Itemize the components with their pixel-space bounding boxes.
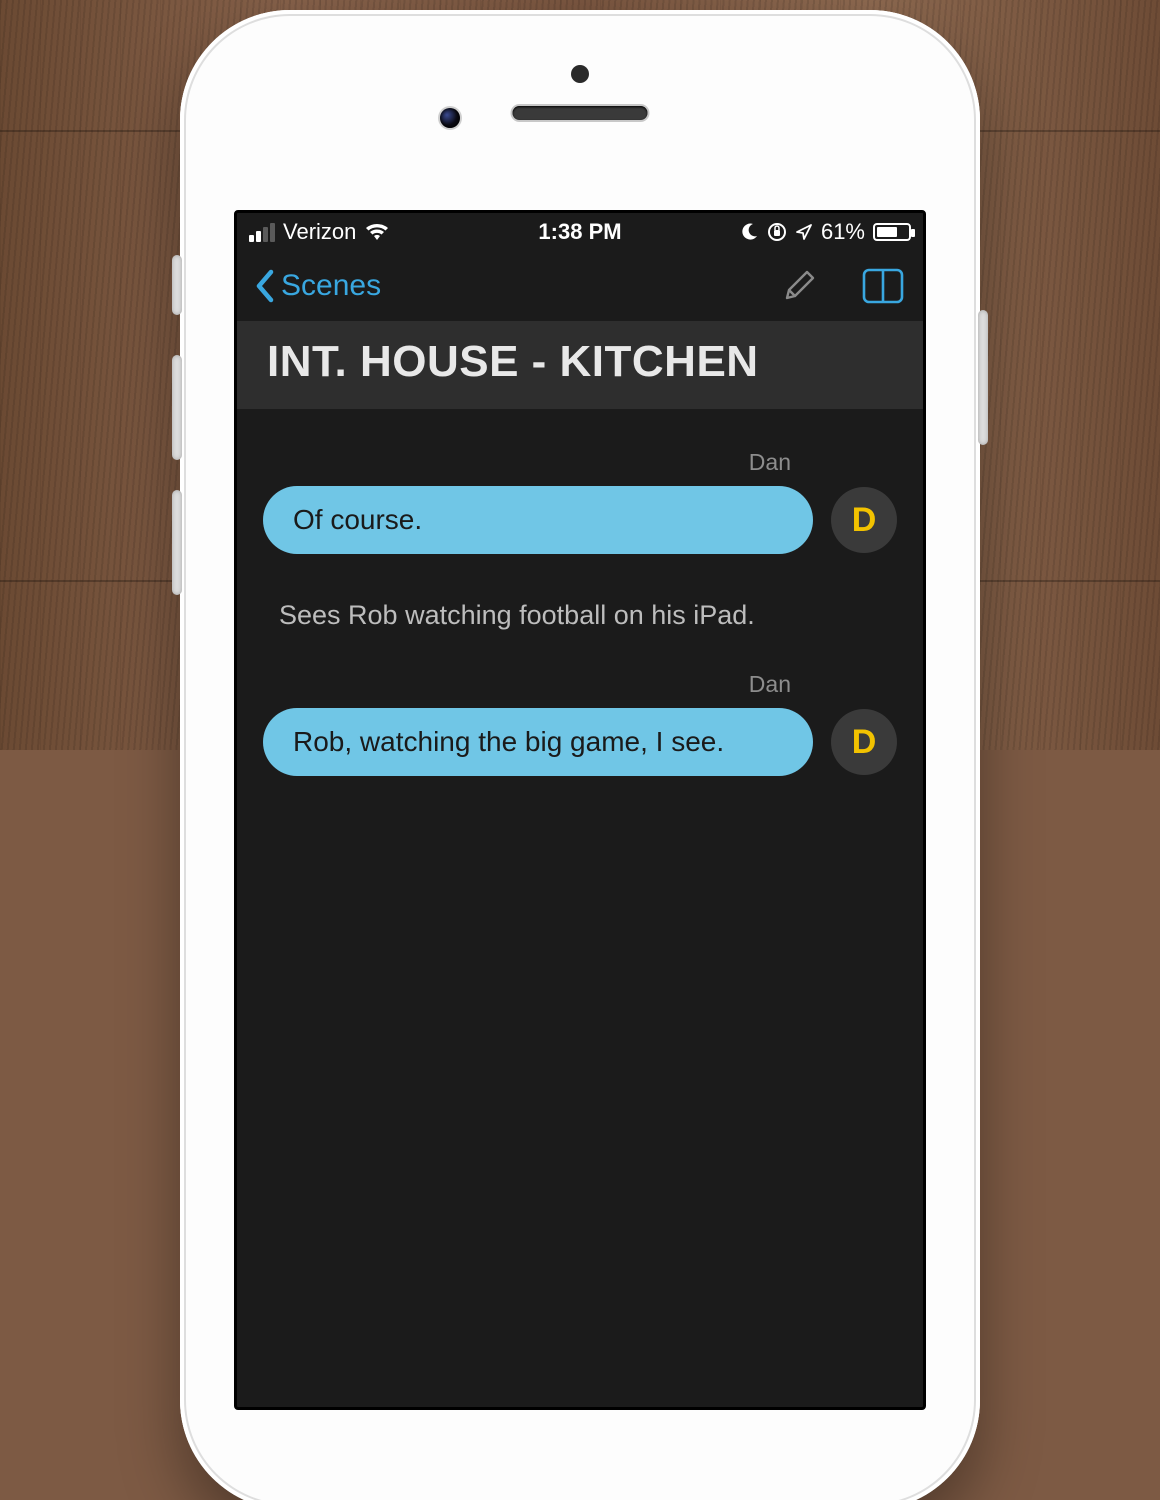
- dialogue-bubble: Rob, watching the big game, I see.: [263, 708, 813, 776]
- scene-heading: INT. HOUSE - KITCHEN: [237, 321, 923, 409]
- columns-icon: [861, 267, 905, 305]
- wifi-icon: [364, 222, 390, 242]
- battery-icon: [873, 223, 911, 241]
- pencil-icon: [779, 266, 819, 306]
- character-name-label: Dan: [263, 435, 897, 486]
- moon-icon: [739, 222, 759, 242]
- dialogue-row[interactable]: Rob, watching the big game, I see. D: [263, 708, 897, 776]
- carrier-label: Verizon: [283, 219, 356, 245]
- character-avatar: D: [831, 487, 897, 553]
- battery-percent: 61%: [821, 219, 865, 245]
- volume-down-button: [172, 490, 182, 595]
- cell-signal-icon: [249, 223, 275, 242]
- location-icon: [795, 223, 813, 241]
- earpiece-speaker: [513, 106, 648, 120]
- back-label: Scenes: [281, 269, 381, 303]
- back-button[interactable]: Scenes: [255, 269, 381, 303]
- split-view-button[interactable]: [861, 267, 905, 305]
- orientation-lock-icon: [767, 222, 787, 242]
- chevron-left-icon: [255, 269, 275, 303]
- front-camera: [440, 108, 460, 128]
- volume-up-button: [172, 355, 182, 460]
- scene-content: Dan Of course. D Sees Rob watching footb…: [237, 409, 923, 802]
- dialogue-bubble: Of course.: [263, 486, 813, 554]
- status-bar: Verizon 1:38 PM 61%: [237, 213, 923, 251]
- character-name-label: Dan: [263, 657, 897, 708]
- navigation-bar: Scenes: [237, 251, 923, 321]
- power-button: [978, 310, 988, 445]
- mute-switch: [172, 255, 182, 315]
- iphone-device: Verizon 1:38 PM 61%: [180, 10, 980, 1500]
- phone-screen: Verizon 1:38 PM 61%: [234, 210, 926, 1410]
- action-text[interactable]: Sees Rob watching football on his iPad.: [263, 554, 897, 657]
- dialogue-row[interactable]: Of course. D: [263, 486, 897, 554]
- character-avatar: D: [831, 709, 897, 775]
- proximity-sensor: [571, 65, 589, 83]
- edit-button[interactable]: [779, 266, 819, 306]
